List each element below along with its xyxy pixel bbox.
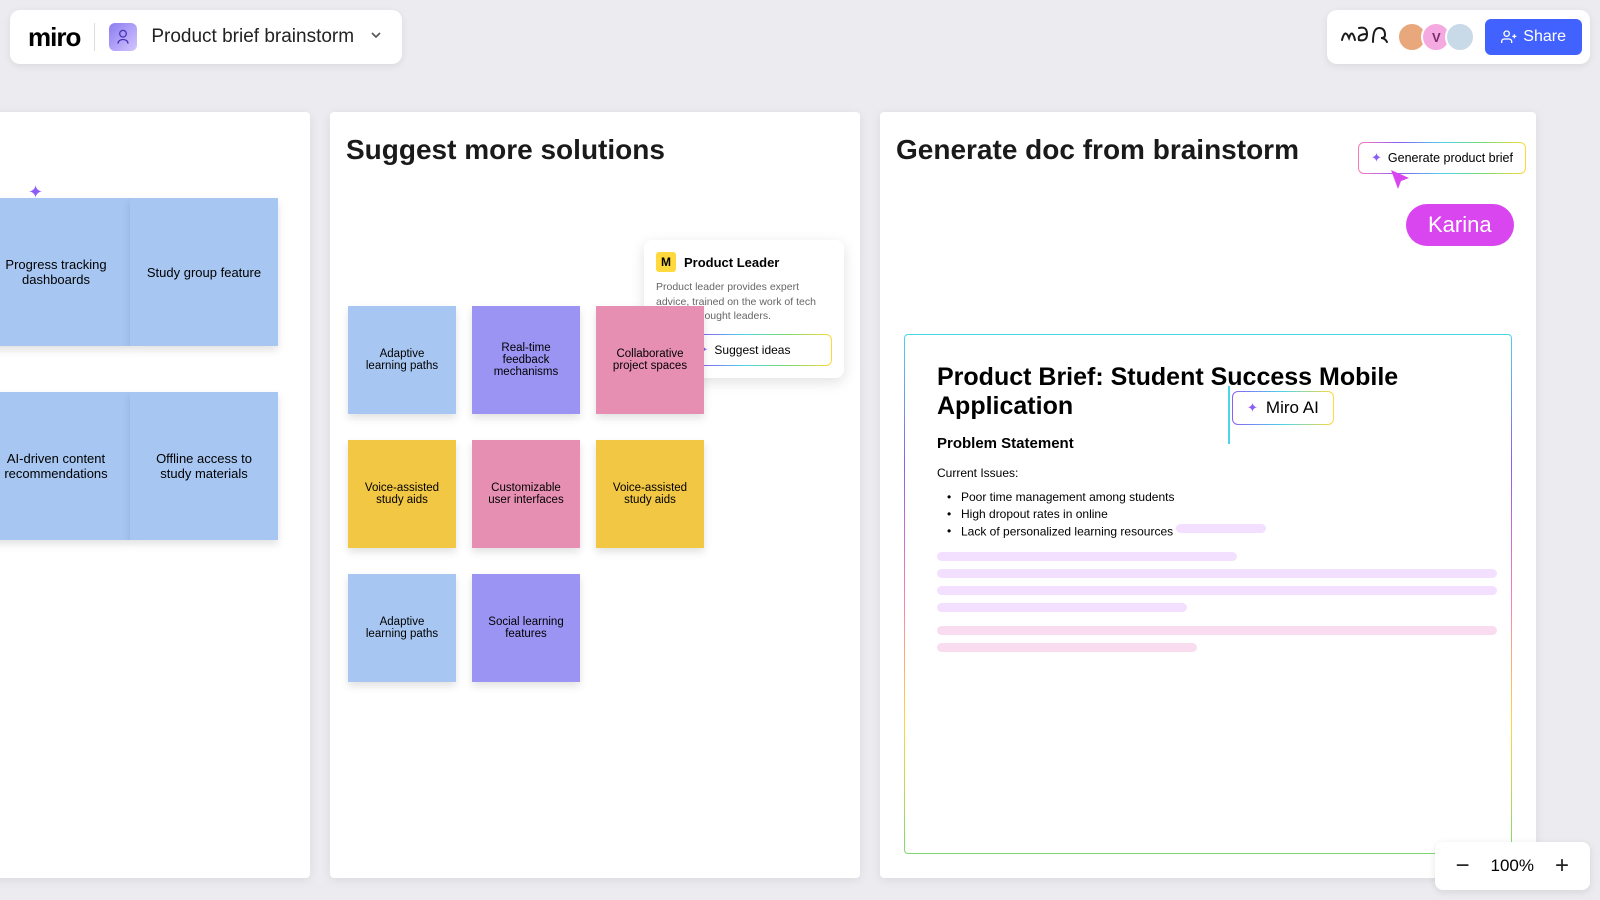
doc-title: Product Brief: Student Success Mobile Ap…: [937, 363, 1479, 421]
generated-doc[interactable]: Product Brief: Student Success Mobile Ap…: [904, 334, 1512, 854]
ai-avatar-icon[interactable]: [109, 23, 137, 51]
frame-title: Suggest more solutions: [330, 112, 860, 176]
sticky-text: Customizable user interfaces: [482, 482, 570, 506]
sticky-note[interactable]: Collaborative project spaces: [596, 306, 704, 414]
product-leader-title: Product Leader: [684, 255, 779, 270]
doc-section: Problem Statement: [937, 435, 1479, 452]
share-button[interactable]: Share: [1485, 19, 1582, 55]
suggest-ideas-label: Suggest ideas: [714, 343, 790, 357]
doc-bullet: High dropout rates in online: [951, 507, 1479, 521]
board-title[interactable]: Product brief brainstorm: [151, 26, 354, 48]
miro-ai-tag: ✦ Miro AI: [1232, 391, 1334, 425]
sticky-note[interactable]: Adaptive learning paths: [348, 574, 456, 682]
sticky-note[interactable]: Voice-assisted study aids: [596, 440, 704, 548]
doc-bullet: Lack of personalized learning resources: [951, 524, 1479, 541]
skeleton-line: [937, 586, 1497, 595]
product-leader-icon: M: [656, 252, 676, 272]
top-bar-left: miro Product brief brainstorm: [10, 10, 402, 64]
zoom-in-button[interactable]: +: [1550, 852, 1574, 880]
generate-product-brief-button[interactable]: ✦ Generate product brief: [1358, 142, 1526, 174]
skeleton-line: [937, 603, 1187, 612]
skeleton-line: [937, 643, 1197, 652]
avatar[interactable]: [1445, 22, 1475, 52]
skeleton-line: [937, 626, 1497, 635]
sticky-note[interactable]: Social learning features: [472, 574, 580, 682]
sticky-text: Study group feature: [147, 265, 261, 280]
sticky-text: Adaptive learning paths: [358, 616, 446, 640]
divider: [94, 23, 95, 51]
sticky-text: AI-driven content recommendations: [0, 451, 116, 481]
top-bar-right: V Share: [1327, 10, 1590, 64]
sticky-note[interactable]: Study group feature: [130, 198, 278, 346]
doc-bullet: Poor time management among students: [951, 490, 1479, 504]
sticky-text: Collaborative project spaces: [606, 348, 694, 372]
sticky-note[interactable]: Offline access to study materials: [130, 392, 278, 540]
sticky-text: Voice-assisted study aids: [606, 482, 694, 506]
sparkle-icon[interactable]: ✦: [28, 182, 43, 203]
sticky-note[interactable]: Progress tracking dashboards: [0, 198, 130, 346]
ai-cursor-line: [1228, 386, 1230, 444]
sparkle-icon: ✦: [1247, 400, 1258, 416]
sticky-note[interactable]: Real-time feedback mechanisms: [472, 306, 580, 414]
sticky-note[interactable]: AI-driven content recommendations: [0, 392, 130, 540]
miro-ai-label: Miro AI: [1266, 398, 1319, 418]
zoom-control: − 100% +: [1435, 842, 1590, 890]
sticky-text: Adaptive learning paths: [358, 348, 446, 372]
doc-label: Current Issues:: [937, 466, 1479, 480]
collaborator-avatars[interactable]: V: [1403, 22, 1475, 52]
sticky-note[interactable]: Voice-assisted study aids: [348, 440, 456, 548]
sticky-note[interactable]: Customizable user interfaces: [472, 440, 580, 548]
doc-bullet-list: Poor time management among students High…: [937, 490, 1479, 541]
sticky-text: Offline access to study materials: [144, 451, 264, 481]
zoom-out-button[interactable]: −: [1451, 852, 1475, 880]
skeleton-line: [937, 569, 1497, 578]
skeleton-line: [937, 552, 1237, 561]
sticky-text: Progress tracking dashboards: [0, 257, 116, 287]
share-label: Share: [1523, 28, 1566, 46]
sticky-note[interactable]: Adaptive learning paths: [348, 306, 456, 414]
zoom-value[interactable]: 100%: [1491, 856, 1534, 876]
sticky-text: Social learning features: [482, 616, 570, 640]
chevron-down-icon[interactable]: [368, 27, 384, 48]
sticky-text: Real-time feedback mechanisms: [482, 342, 570, 378]
reactions-icon[interactable]: [1339, 20, 1393, 54]
sparkle-icon: ✦: [1371, 150, 1382, 166]
remote-cursor-label: Karina: [1406, 204, 1514, 246]
remote-cursor-icon: [1388, 168, 1412, 197]
miro-logo[interactable]: miro: [28, 22, 80, 53]
sticky-text: Voice-assisted study aids: [358, 482, 446, 506]
generate-brief-label: Generate product brief: [1388, 151, 1513, 165]
